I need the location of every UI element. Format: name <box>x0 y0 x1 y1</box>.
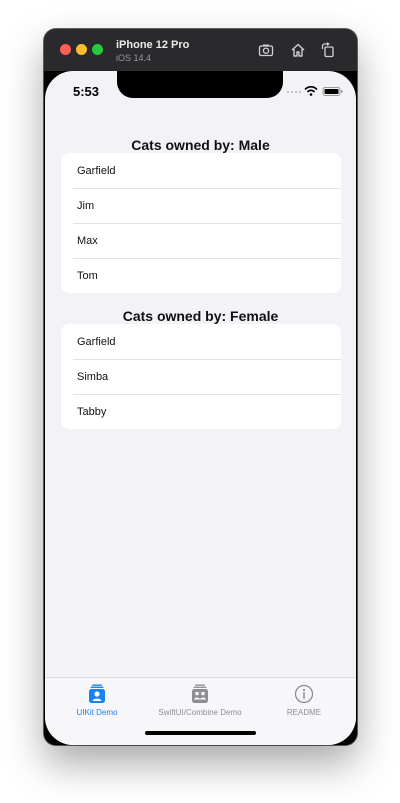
tab-label: UIKit Demo <box>76 708 118 717</box>
tab-label: SwiftUI/Combine Demo <box>158 708 242 717</box>
close-window-button[interactable] <box>60 44 71 55</box>
battery-icon <box>322 87 343 96</box>
male-cats-list: Garfield Jim Max Tom <box>61 153 341 293</box>
device-os-version: iOS 14.4 <box>116 53 152 63</box>
list-item[interactable]: Tabby <box>61 394 341 429</box>
simulator-window: iPhone 12 Pro iOS 14.4 5:53 Cats owned b… <box>44 29 357 745</box>
female-cats-list: Garfield Simba Tabby <box>61 324 341 429</box>
device-frame: 5:53 Cats owned by: Male Garfield Jim Ma… <box>44 71 357 745</box>
minimize-window-button[interactable] <box>76 44 87 55</box>
list-item[interactable]: Max <box>61 223 341 258</box>
section-header-female: Cats owned by: Female <box>122 308 279 324</box>
home-indicator[interactable] <box>145 731 256 735</box>
tab-label: README <box>286 708 322 717</box>
people-badge-icon <box>192 684 208 703</box>
list-item[interactable]: Garfield <box>61 153 341 188</box>
info-circle-icon <box>294 684 314 704</box>
tab-swiftui-combine-demo[interactable]: SwiftUI/Combine Demo <box>148 684 252 717</box>
notch <box>117 71 283 98</box>
cellular-signal-icon <box>287 91 301 93</box>
status-indicators <box>287 85 343 96</box>
simulator-titlebar: iPhone 12 Pro iOS 14.4 <box>44 29 357 71</box>
section-header-male: Cats owned by: Male <box>131 137 270 153</box>
list-item[interactable]: Garfield <box>61 324 341 359</box>
list-item[interactable]: Tom <box>61 258 341 293</box>
tab-uikit-demo[interactable]: UIKit Demo <box>45 684 149 717</box>
rotate-icon[interactable] <box>320 42 336 58</box>
list-item[interactable]: Simba <box>61 359 341 394</box>
wifi-icon <box>304 85 318 96</box>
zoom-window-button[interactable] <box>92 44 103 55</box>
tab-readme[interactable]: README <box>252 684 356 717</box>
status-time: 5:53 <box>73 84 100 99</box>
list-item[interactable]: Jim <box>61 188 341 223</box>
person-badge-icon <box>89 684 105 703</box>
screenshot-icon[interactable] <box>258 42 274 58</box>
device-screen: 5:53 Cats owned by: Male Garfield Jim Ma… <box>45 71 356 745</box>
home-icon[interactable] <box>290 42 306 58</box>
device-name: iPhone 12 Pro <box>116 39 190 51</box>
